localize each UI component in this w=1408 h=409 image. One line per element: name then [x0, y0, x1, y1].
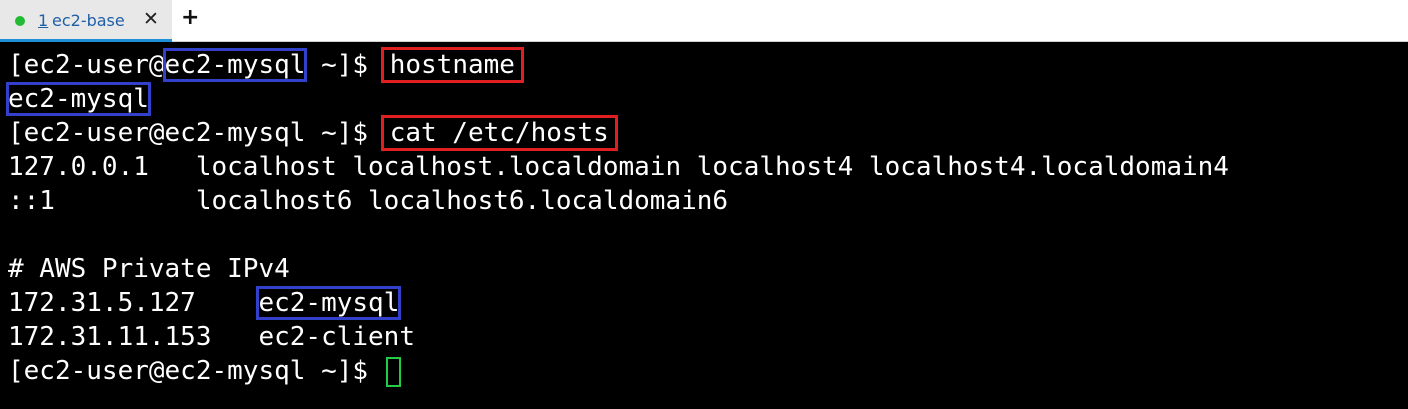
terminal-output[interactable]: [ec2-user@ec2-mysql ~]$ hostname ec2-mys…	[0, 42, 1408, 409]
plus-icon[interactable]: +	[181, 5, 199, 30]
prompt-suffix: ~]$	[305, 50, 384, 80]
final-prompt: [ec2-user@ec2-mysql ~]$	[8, 356, 384, 386]
terminal-line: 172.31.11.153 ec2-client	[8, 322, 415, 352]
prompt-user: [ec2-user@	[8, 50, 165, 80]
terminal-line: [ec2-user@ec2-mysql ~]$ hostname	[8, 47, 524, 83]
hosts-ip: 172.31.5.127	[8, 288, 196, 318]
hosts-gap	[196, 288, 259, 318]
tab-number: 1	[38, 11, 49, 30]
terminal-line: 127.0.0.1 localhost localhost.localdomai…	[8, 152, 1229, 182]
prompt: [ec2-user@ec2-mysql ~]$	[8, 118, 384, 148]
tab-label: ec2-base	[52, 11, 125, 30]
tab-ec2-base[interactable]: 1 ec2-base ✕	[0, 0, 172, 42]
terminal-cursor	[385, 356, 401, 387]
hostname-output-highlight: ec2-mysql	[6, 82, 151, 116]
terminal-line: ec2-mysql	[6, 82, 151, 116]
connected-status-dot	[15, 16, 25, 26]
terminal-line: [ec2-user@ec2-mysql ~]$	[8, 354, 401, 388]
tab-bar: 1 ec2-base ✕ +	[0, 0, 1408, 42]
close-icon[interactable]: ✕	[143, 8, 159, 30]
terminal-line: 172.31.5.127 ec2-mysql	[8, 286, 402, 320]
terminal-line: [ec2-user@ec2-mysql ~]$ cat /etc/hosts	[8, 115, 618, 151]
command-cat-hosts-highlight: cat /etc/hosts	[380, 115, 618, 151]
hosts-ec2-mysql-highlight: ec2-mysql	[256, 286, 402, 320]
terminal-line: # AWS Private IPv4	[8, 254, 290, 284]
prompt-hostname-highlight: ec2-mysql	[162, 48, 308, 82]
terminal-line: ::1 localhost6 localhost6.localdomain6	[8, 186, 729, 216]
command-hostname-highlight: hostname	[380, 47, 524, 83]
